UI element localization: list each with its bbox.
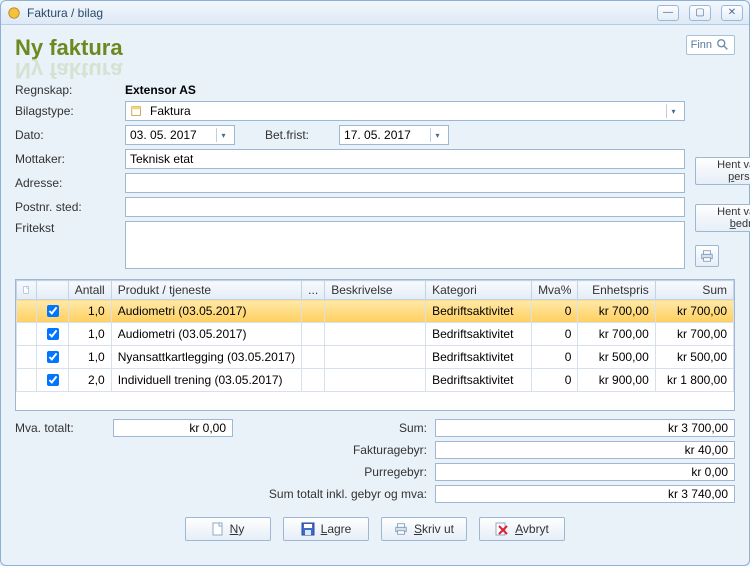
regnskap-value: Extensor AS (125, 83, 750, 97)
chevron-down-icon: ▾ (666, 104, 680, 118)
window-title: Faktura / bilag (27, 6, 647, 20)
table-row[interactable]: 1,0Audiometri (03.05.2017)Bedriftsaktivi… (17, 323, 734, 346)
close-button[interactable]: ✕ (721, 5, 743, 21)
row-checkbox[interactable] (47, 328, 59, 340)
adresse-label: Adresse: (15, 176, 115, 190)
fritekst-input[interactable] (125, 221, 685, 269)
maximize-button[interactable]: ▢ (689, 5, 711, 21)
print-button[interactable]: Skriv ut (381, 517, 467, 541)
printer-icon (700, 249, 714, 263)
print-icon-button[interactable] (695, 245, 719, 267)
sum-label: Sum: (277, 421, 427, 435)
grid-header: Antall Produkt / tjeneste ... Beskrivels… (17, 281, 734, 300)
page-title: Ny faktura Ny faktura (15, 35, 123, 61)
line-items-grid[interactable]: Antall Produkt / tjeneste ... Beskrivels… (15, 279, 735, 411)
col-check[interactable] (36, 281, 68, 300)
table-row[interactable]: 1,0Nyansattkartlegging (03.05.2017)Bedri… (17, 346, 734, 369)
new-document-icon (212, 522, 224, 536)
form: Regnskap: Extensor AS Bilagstype: Faktur… (15, 83, 735, 269)
total-label: Sum totalt inkl. gebyr og mva: (241, 487, 427, 501)
hent-person-button[interactable]: Hent valgteperson (695, 157, 750, 185)
invoice-type-icon (130, 104, 144, 118)
row-checkbox[interactable] (47, 374, 59, 386)
betfrist-label: Bet.frist: (265, 128, 309, 142)
mva-total-value: kr 0,00 (113, 419, 233, 437)
row-checkbox[interactable] (47, 305, 59, 317)
find-button[interactable]: Finn (686, 35, 735, 55)
col-antall[interactable]: Antall (68, 281, 111, 300)
postnr-input[interactable] (125, 197, 685, 217)
titlebar: Faktura / bilag — ▢ ✕ (1, 1, 749, 25)
hent-bedrift-button[interactable]: Hent valgtebedrift (695, 204, 750, 232)
fakturagebyr-value[interactable]: kr 40,00 (435, 441, 735, 459)
col-mva[interactable]: Mva% (532, 281, 578, 300)
regnskap-label: Regnskap: (15, 83, 115, 97)
table-row[interactable]: 1,0Audiometri (03.05.2017)Bedriftsaktivi… (17, 300, 734, 323)
fakturagebyr-label: Fakturagebyr: (277, 443, 427, 457)
betfrist-input[interactable]: 17. 05. 2017▾ (339, 125, 449, 145)
total-value: kr 3 740,00 (435, 485, 735, 503)
col-produkt[interactable]: Produkt / tjeneste (111, 281, 301, 300)
row-checkbox[interactable] (47, 351, 59, 363)
content: Ny faktura Ny faktura Finn Regnskap: Ext… (1, 25, 749, 565)
document-icon (23, 283, 30, 297)
col-enhetspris[interactable]: Enhetspris (578, 281, 655, 300)
mva-total-label: Mva. totalt: (15, 421, 105, 435)
purregebyr-label: Purregebyr: (277, 465, 427, 479)
mottaker-label: Mottaker: (15, 152, 115, 166)
new-button[interactable]: Ny (185, 517, 271, 541)
purregebyr-value[interactable]: kr 0,00 (435, 463, 735, 481)
printer-icon (394, 522, 408, 536)
cancel-button[interactable]: Avbryt (479, 517, 565, 541)
chevron-down-icon: ▾ (216, 128, 230, 142)
bilagstype-label: Bilagstype: (15, 104, 115, 118)
cancel-icon (495, 522, 509, 536)
col-beskrivelse[interactable]: Beskrivelse (325, 281, 426, 300)
dato-input[interactable]: 03. 05. 2017▾ (125, 125, 235, 145)
bilagstype-select[interactable]: Faktura ▾ (125, 101, 685, 121)
save-button[interactable]: Lagre (283, 517, 369, 541)
col-sum[interactable]: Sum (655, 281, 733, 300)
minimize-button[interactable]: — (657, 5, 679, 21)
app-icon (7, 6, 21, 20)
footer: Ny Lagre Skriv ut Avbryt (15, 517, 735, 541)
dato-label: Dato: (15, 128, 115, 142)
window: Faktura / bilag — ▢ ✕ Ny faktura Ny fakt… (0, 0, 750, 566)
find-label: Finn (691, 39, 712, 51)
col-kategori[interactable]: Kategori (426, 281, 532, 300)
adresse-input[interactable] (125, 173, 685, 193)
col-doc-icon[interactable] (17, 281, 37, 300)
summary: Mva. totalt: kr 0,00 Sum: kr 3 700,00 Fa… (15, 419, 735, 503)
col-more[interactable]: ... (302, 281, 325, 300)
search-icon (716, 38, 730, 52)
table-row[interactable]: 2,0Individuell trening (03.05.2017)Bedri… (17, 369, 734, 392)
chevron-down-icon: ▾ (430, 128, 444, 142)
postnr-label: Postnr. sted: (15, 200, 115, 214)
save-icon (301, 522, 315, 536)
mottaker-input[interactable]: Teknisk etat (125, 149, 685, 169)
fritekst-label: Fritekst (15, 221, 115, 235)
sum-value: kr 3 700,00 (435, 419, 735, 437)
